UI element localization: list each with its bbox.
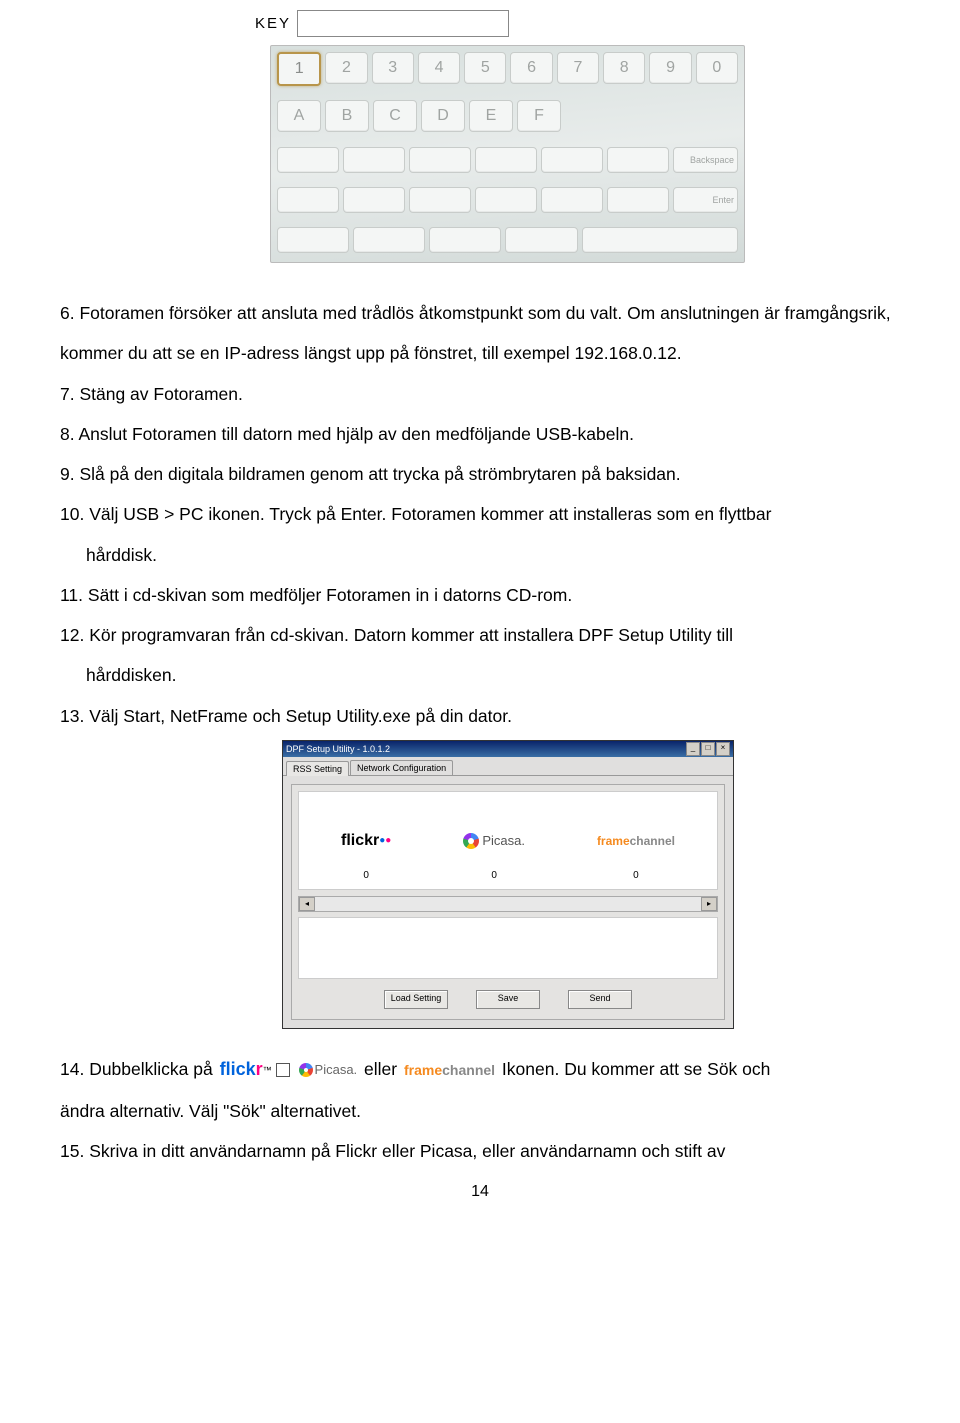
maximize-icon: □ (701, 742, 715, 756)
step-9: 9. Slå på den digitala bildramen genom a… (60, 454, 900, 494)
onscreen-keyboard-image: 1 2 3 4 5 6 7 8 9 0 A B C D E F Backspac… (270, 45, 745, 263)
key-9: 9 (649, 52, 691, 84)
step-14-line1: 14. Dubbelklicka på flickr™ Picasa. elle… (60, 1049, 900, 1091)
keyboard-row-4: Enter (277, 187, 738, 213)
inline-picasa-icon: Picasa. (299, 1055, 358, 1085)
window-title: DPF Setup Utility - 1.0.1.2 (286, 744, 390, 754)
key-3: 3 (372, 52, 414, 84)
dpf-setup-utility-screenshot: DPF Setup Utility - 1.0.1.2 _ □ × RSS Se… (282, 740, 734, 1029)
key-4: 4 (418, 52, 460, 84)
step-15: 15. Skriva in ditt användarnamn på Flick… (60, 1131, 900, 1171)
inline-framechannel-icon: framechannel (404, 1054, 495, 1086)
page-number: 14 (60, 1183, 900, 1201)
keyboard-row-letters: A B C D E F (277, 100, 738, 132)
flickr-count: 0 (341, 870, 391, 881)
horizontal-scrollbar: ◂ ▸ (298, 896, 718, 912)
key-8: 8 (603, 52, 645, 84)
keyboard-row-numbers: 1 2 3 4 5 6 7 8 9 0 (277, 52, 738, 86)
step-8: 8. Anslut Fotoramen till datorn med hjäl… (60, 414, 900, 454)
document-body-2: 14. Dubbelklicka på flickr™ Picasa. elle… (60, 1049, 900, 1172)
key-e: E (469, 100, 513, 132)
key-7: 7 (557, 52, 599, 84)
scroll-left-icon: ◂ (299, 897, 315, 911)
picasa-logo-icon: Picasa. (463, 832, 525, 850)
key-backspace: Backspace (673, 147, 738, 173)
key-d: D (421, 100, 465, 132)
key-a: A (277, 100, 321, 132)
step-12-line2: hårddisken. (60, 655, 900, 695)
key-1: 1 (277, 52, 321, 86)
window-controls: _ □ × (686, 742, 730, 756)
inline-flickr-icon: flickr™ (220, 1049, 290, 1090)
load-setting-button: Load Setting (384, 990, 448, 1009)
close-icon: × (716, 742, 730, 756)
key-input-field (297, 10, 509, 37)
keyboard-row-5 (277, 227, 738, 253)
step-10-line2: hårddisk. (60, 535, 900, 575)
button-row: Load Setting Save Send (298, 984, 718, 1013)
key-5: 5 (464, 52, 506, 84)
keyboard-row-3: Backspace (277, 147, 738, 173)
framechannel-logo-icon: framechannel (597, 832, 675, 850)
service-framechannel: framechannel 0 (597, 832, 675, 881)
key-b: B (325, 100, 369, 132)
key-enter: Enter (673, 187, 738, 213)
step-12-line1: 12. Kör programvaran från cd-skivan. Dat… (60, 615, 900, 655)
picasa-count: 0 (463, 870, 525, 881)
step-7: 7. Stäng av Fotoramen. (60, 374, 900, 414)
tab-rss-setting: RSS Setting (286, 761, 349, 776)
empty-panel (298, 917, 718, 979)
step-6: 6. Fotoramen försöker att ansluta med tr… (60, 293, 900, 374)
tab-network-config: Network Configuration (350, 760, 453, 775)
key-input-row: KEY (255, 10, 900, 37)
flickr-logo-icon: flickr (341, 832, 391, 850)
service-flickr: flickr 0 (341, 832, 391, 881)
save-button: Save (476, 990, 540, 1009)
document-body: 6. Fotoramen försöker att ansluta med tr… (60, 293, 900, 736)
send-button: Send (568, 990, 632, 1009)
service-picasa: Picasa. 0 (463, 832, 525, 881)
scroll-right-icon: ▸ (701, 897, 717, 911)
key-f: F (517, 100, 561, 132)
step-10-line1: 10. Välj USB > PC ikonen. Tryck på Enter… (60, 494, 900, 534)
key-0: 0 (696, 52, 738, 84)
step-13: 13. Välj Start, NetFrame och Setup Utili… (60, 696, 900, 736)
step-14-line2: ändra alternativ. Välj "Sök" alternative… (60, 1091, 900, 1131)
minimize-icon: _ (686, 742, 700, 756)
step-11: 11. Sätt i cd-skivan som medföljer Fotor… (60, 575, 900, 615)
framechannel-count: 0 (597, 870, 675, 881)
window-titlebar: DPF Setup Utility - 1.0.1.2 _ □ × (283, 741, 733, 757)
key-c: C (373, 100, 417, 132)
tab-bar: RSS Setting Network Configuration (283, 757, 733, 776)
key-label: KEY (255, 15, 291, 32)
key-2: 2 (325, 52, 367, 84)
key-6: 6 (510, 52, 552, 84)
services-panel: flickr 0 Picasa. 0 framechannel (298, 791, 718, 890)
